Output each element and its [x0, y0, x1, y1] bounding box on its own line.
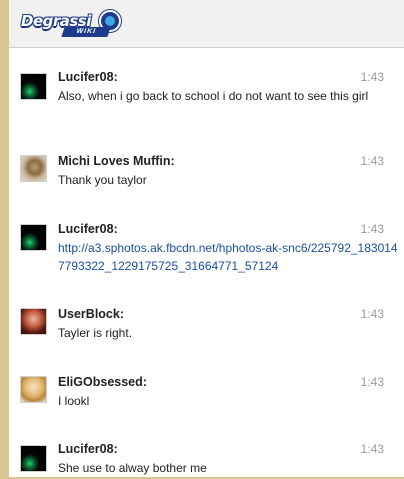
message-timestamp: 1:43 — [360, 375, 384, 389]
message-timestamp: 1:43 — [360, 442, 384, 456]
user-avatar[interactable] — [20, 155, 47, 182]
user-avatar[interactable] — [20, 224, 47, 251]
message-timestamp: 1:43 — [360, 222, 384, 236]
message-link[interactable]: http://a3.sphotos.ak.fbcdn.net/hphotos-a… — [58, 239, 398, 275]
message-text: She use to alway bother me — [58, 461, 207, 475]
user-avatar[interactable] — [20, 376, 47, 403]
message-text: I lookl — [58, 394, 90, 408]
chat-header: Degrassi WIKI — [9, 0, 404, 48]
message-timestamp: 1:43 — [360, 307, 384, 321]
message-timestamp: 1:43 — [360, 70, 384, 84]
logo-subtext: WIKI — [61, 27, 111, 37]
user-avatar[interactable] — [20, 445, 47, 472]
message-username[interactable]: EliGObsessed: — [58, 375, 147, 389]
user-avatar[interactable] — [20, 308, 47, 335]
message-text: Also, when i go back to school i do not … — [58, 89, 369, 103]
message-timestamp: 1:43 — [360, 154, 384, 168]
message-username[interactable]: UserBlock: — [58, 307, 124, 321]
user-avatar[interactable] — [20, 73, 47, 100]
degrassi-wiki-logo[interactable]: Degrassi WIKI — [21, 10, 121, 38]
message-username[interactable]: Lucifer08: — [58, 70, 118, 84]
message-username[interactable]: Michi Loves Muffin: — [58, 154, 175, 168]
message-username[interactable]: Lucifer08: — [58, 442, 118, 456]
message-username[interactable]: Lucifer08: — [58, 222, 118, 236]
message-text: Tayler is right. — [58, 326, 133, 340]
message-text: Thank you taylor — [58, 173, 147, 187]
